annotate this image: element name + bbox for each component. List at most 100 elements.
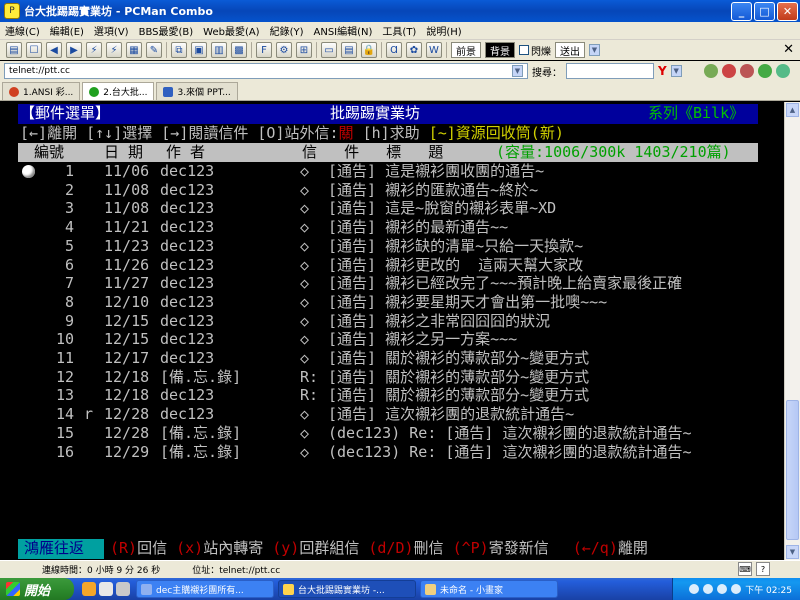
- foreground-color-button[interactable]: 前景: [451, 42, 481, 58]
- mail-subject: [通告] 關於襯衫的薄款部分~變更方式: [328, 367, 590, 386]
- copy-ansi-icon[interactable]: ▥: [211, 42, 227, 58]
- reply-key[interactable]: (R): [110, 539, 137, 557]
- close-button[interactable]: ✕: [777, 1, 798, 21]
- send-button[interactable]: 送出: [555, 42, 585, 58]
- forward-key[interactable]: (x): [176, 539, 203, 557]
- menu-connect[interactable]: 連線(C): [0, 23, 45, 38]
- tray-icon[interactable]: [689, 584, 700, 594]
- menu-web-favorites[interactable]: Web最愛(A): [198, 23, 264, 38]
- task-button-pcman[interactable]: 台大批踢踢實業坊 -...: [278, 580, 416, 598]
- scroll-up-icon[interactable]: ▲: [786, 103, 799, 117]
- menu-options[interactable]: 選項(V): [89, 23, 134, 38]
- mail-row[interactable]: 12 12/18 [備.忘.錄] R: [通告] 關於襯衫的薄款部分~變更方式: [0, 368, 784, 387]
- mail-row[interactable]: 10 12/15 dec123 ◇ [通告] 襯衫之另一方案~~~: [0, 330, 784, 349]
- reconnect-icon[interactable]: ⚡: [106, 42, 122, 58]
- task-button-word[interactable]: dec主購襯衫團所有...: [136, 580, 274, 598]
- new-connection-icon[interactable]: ▤: [6, 42, 22, 58]
- yahoo-search-icon[interactable]: Y: [658, 64, 667, 78]
- mail-row[interactable]: 14 r 12/28 dec123 ◇ [通告] 這次襯衫團的退款統計通告~: [0, 405, 784, 424]
- toolbar-close-icon[interactable]: ✕: [783, 42, 794, 57]
- background-color-button[interactable]: 背景: [485, 42, 515, 58]
- image-icon[interactable]: ▭: [321, 42, 337, 58]
- mail-subject: [通告] 襯衫已經改完了~~~預計晚上給賣家最後正確: [328, 274, 683, 293]
- tray-icon[interactable]: [703, 584, 714, 594]
- address-dropdown-icon[interactable]: ▼: [512, 65, 523, 77]
- mail-row[interactable]: 15 12/28 [備.忘.錄] ◇ (dec123) Re: [通告] 這次襯衫團的退…: [0, 424, 784, 443]
- go-icon[interactable]: [775, 64, 790, 78]
- tray-icon[interactable]: [717, 584, 728, 594]
- tab-ansi[interactable]: 1.ANSI 彩...: [2, 82, 81, 100]
- mail-row[interactable]: 1 11/06 dec123 ◇ [通告] 這是襯衫團收團的通告~: [0, 162, 784, 181]
- task-button-paint[interactable]: 未命名 - 小畫家: [420, 580, 558, 598]
- stop-icon[interactable]: [721, 64, 736, 78]
- start-button[interactable]: 開始: [0, 578, 74, 600]
- mail-number: 7: [64, 274, 74, 293]
- address-input[interactable]: telnet://ptt.cc ▼: [4, 63, 528, 79]
- search-engine-dropdown-icon[interactable]: ▼: [670, 65, 682, 77]
- ansi-icon[interactable]: ▤: [341, 42, 357, 58]
- search-input[interactable]: [566, 63, 654, 79]
- back-icon[interactable]: ◀: [46, 42, 62, 58]
- menu-help[interactable]: 說明(H): [421, 23, 466, 38]
- mail-row[interactable]: 2 11/08 dec123 ◇ [通告] 襯衫的匯款通告~終於~: [0, 181, 784, 200]
- tool-icon[interactable]: [116, 582, 130, 596]
- settings-icon[interactable]: ⚙: [276, 42, 292, 58]
- minimize-button[interactable]: _: [731, 1, 752, 21]
- emoticon-icon[interactable]: Ɑ: [386, 42, 402, 58]
- terminal-scrollbar[interactable]: ▲ ▼: [784, 102, 800, 560]
- mail-row[interactable]: 7 11/27 dec123 ◇ [通告] 襯衫已經改完了~~~預計晚上給賣家最後正確: [0, 274, 784, 293]
- menu-log[interactable]: 紀錄(Y): [265, 23, 309, 38]
- font-icon[interactable]: F: [256, 42, 272, 58]
- tab-ppt[interactable]: 3.來個 PPT...: [156, 82, 238, 100]
- fullscreen-icon[interactable]: ⊞: [296, 42, 312, 58]
- new-mail-key[interactable]: (^P): [453, 539, 489, 557]
- block-icon[interactable]: [739, 64, 754, 78]
- tray-icon[interactable]: [731, 584, 742, 594]
- browser-icon[interactable]: [99, 582, 113, 596]
- blink-checkbox-box[interactable]: [519, 45, 529, 55]
- mail-row[interactable]: 8 12/10 dec123 ◇ [通告] 襯衫要星期天才會出第一批噢~~~: [0, 293, 784, 312]
- keyboard-icon[interactable]: ⌨: [738, 562, 752, 576]
- tab-ptt[interactable]: 2.台大批...: [82, 82, 155, 100]
- wikipedia-icon[interactable]: W: [426, 42, 442, 58]
- menu-tools[interactable]: 工具(T): [377, 23, 421, 38]
- mail-row[interactable]: 4 11/21 dec123 ◇ [通告] 襯衫的最新通告~~: [0, 218, 784, 237]
- bbs-terminal[interactable]: 【郵件選單】 批踢踢實業坊 系列《Bilk》 [←]離開 [↑↓]選擇 [→]閱…: [0, 102, 784, 560]
- address-book-icon[interactable]: ▦: [126, 42, 142, 58]
- refresh-icon[interactable]: [757, 64, 772, 78]
- mail-row[interactable]: 9 12/15 dec123 ◇ [通告] 襯衫之非常囧囧囧的狀況: [0, 312, 784, 331]
- group-reply-key[interactable]: (y): [272, 539, 299, 557]
- lock-icon[interactable]: 🔒: [361, 42, 377, 58]
- pin-icon[interactable]: ✎: [146, 42, 162, 58]
- paste-icon[interactable]: ▣: [191, 42, 207, 58]
- mail-row[interactable]: 11 12/17 dec123 ◇ [通告] 關於襯衫的薄款部分~變更方式: [0, 349, 784, 368]
- scrollbar-thumb[interactable]: [786, 400, 799, 540]
- menu-bbs-favorites[interactable]: BBS最愛(B): [134, 23, 199, 38]
- menu-edit[interactable]: 編輯(E): [45, 23, 89, 38]
- forward-icon[interactable]: ▶: [66, 42, 82, 58]
- mail-row[interactable]: 3 11/08 dec123 ◇ [通告] 這是~脫窗的襯衫表單~XD: [0, 199, 784, 218]
- mail-row[interactable]: 16 12/29 [備.忘.錄] ◇ (dec123) Re: [通告] 這次襯衫團的退…: [0, 443, 784, 462]
- flower-icon[interactable]: ✿: [406, 42, 422, 58]
- save-icon[interactable]: ▩: [231, 42, 247, 58]
- help-icon[interactable]: ?: [756, 562, 770, 576]
- new-page-icon[interactable]: ☐: [26, 42, 42, 58]
- mail-date: 12/18: [104, 386, 150, 405]
- scroll-down-icon[interactable]: ▼: [786, 545, 799, 559]
- maximize-button[interactable]: □: [754, 1, 775, 21]
- window-title-bar[interactable]: P 台大批踢踢實業坊 - PCMan Combo _ □ ✕: [0, 0, 800, 22]
- mail-date: 12/15: [104, 311, 150, 330]
- toolbar-separator: [251, 42, 252, 58]
- leave-key[interactable]: (←/q): [573, 539, 618, 557]
- mail-row[interactable]: 6 11/26 dec123 ◇ [通告] 襯衫更改的 這兩天幫大家改: [0, 256, 784, 275]
- blink-checkbox[interactable]: 閃爍: [519, 43, 551, 58]
- menu-ansi-edit[interactable]: ANSI編輯(N): [309, 23, 378, 38]
- delete-key[interactable]: (d/D): [368, 539, 413, 557]
- disconnect-icon[interactable]: ⚡: [86, 42, 102, 58]
- copy-icon[interactable]: ⧉: [171, 42, 187, 58]
- send-dropdown-icon[interactable]: ▼: [589, 44, 600, 56]
- mail-row[interactable]: 5 11/23 dec123 ◇ [通告] 襯衫缺的清單~只給一天換款~: [0, 237, 784, 256]
- home-icon[interactable]: [703, 64, 718, 78]
- mail-row[interactable]: 13 12/18 dec123 R: [通告] 關於襯衫的薄款部分~變更方式: [0, 386, 784, 405]
- firefox-icon[interactable]: [82, 582, 96, 596]
